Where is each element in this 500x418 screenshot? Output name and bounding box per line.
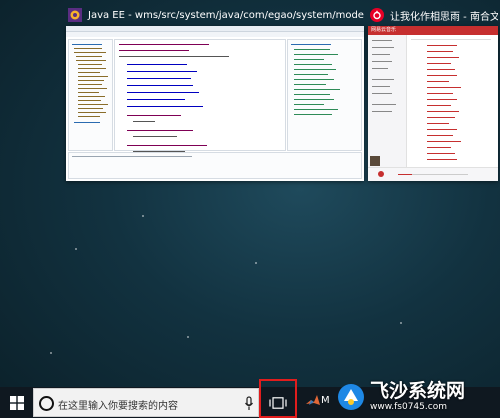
window-thumbnail[interactable] bbox=[66, 26, 364, 181]
music-header: 网易云音乐 bbox=[368, 26, 498, 35]
star bbox=[400, 322, 402, 324]
console-panel bbox=[68, 152, 362, 179]
pinned-app-matlab[interactable] bbox=[305, 393, 321, 413]
search-placeholder: 在这里输入你要搜索的内容 bbox=[58, 401, 178, 412]
play-button bbox=[378, 171, 384, 177]
start-button[interactable] bbox=[0, 387, 34, 418]
search-input[interactable]: 在这里输入你要搜索的内容 bbox=[33, 388, 259, 417]
microphone-icon[interactable] bbox=[244, 396, 254, 412]
code-editor bbox=[114, 39, 286, 152]
window-title: Java EE - wms/src/system/java/com/egao/s… bbox=[88, 9, 364, 21]
window-title-bar: Java EE - wms/src/system/java/com/egao/s… bbox=[66, 4, 364, 26]
progress-fill bbox=[398, 174, 412, 175]
windows-start-icon bbox=[10, 395, 24, 410]
music-brand: 网易云音乐 bbox=[371, 27, 397, 33]
matlab-icon bbox=[306, 395, 320, 405]
toolbar bbox=[66, 32, 364, 37]
star bbox=[187, 336, 189, 338]
eclipse-icon bbox=[68, 8, 82, 22]
task-view-window-eclipse[interactable]: Java EE - wms/src/system/java/com/egao/s… bbox=[66, 4, 364, 181]
watermark-title: 飞沙系统网 bbox=[370, 380, 466, 402]
star bbox=[142, 215, 144, 217]
star bbox=[75, 248, 77, 250]
window-title-bar: 让我化作相思雨 - 南合文斗 bbox=[368, 4, 498, 26]
star bbox=[50, 352, 52, 354]
pinned-app-label: M bbox=[321, 395, 330, 406]
watermark: 飞沙系统网 www.fs0745.com bbox=[333, 375, 500, 418]
window-title: 让我化作相思雨 - 南合文斗 bbox=[390, 11, 498, 23]
player-bar bbox=[368, 167, 498, 181]
music-sidebar bbox=[368, 35, 407, 168]
watermark-url: www.fs0745.com bbox=[370, 402, 447, 412]
album-art bbox=[370, 156, 380, 166]
watermark-logo-icon bbox=[338, 383, 364, 410]
star bbox=[255, 262, 257, 264]
cortana-icon bbox=[39, 396, 54, 411]
package-explorer bbox=[68, 39, 113, 151]
task-view-highlight bbox=[259, 379, 297, 418]
task-view-window-music[interactable]: 让我化作相思雨 - 南合文斗 网易云音乐 bbox=[368, 4, 498, 181]
song-list bbox=[407, 35, 498, 168]
watermark-text: 飞沙系统网 www.fs0745.com bbox=[370, 380, 466, 413]
netease-music-icon bbox=[370, 8, 384, 22]
outline-panel bbox=[287, 39, 362, 151]
window-thumbnail[interactable]: 网易云音乐 bbox=[368, 26, 498, 181]
